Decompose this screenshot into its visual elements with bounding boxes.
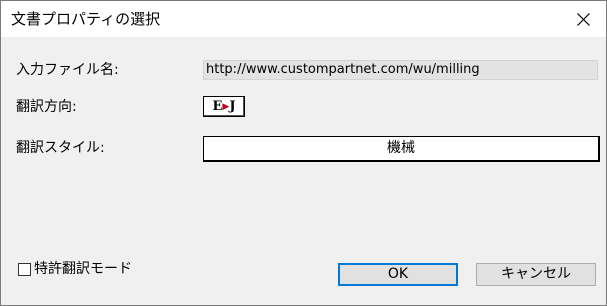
patent-mode-checkbox[interactable]: [18, 263, 31, 276]
title-bar: 文書プロパティの選択: [1, 1, 606, 37]
close-button[interactable]: [560, 1, 606, 37]
file-name-label: 入力ファイル名:: [16, 62, 119, 78]
direction-from: E: [212, 99, 223, 114]
close-icon: [577, 13, 590, 26]
dialog-title: 文書プロパティの選択: [11, 10, 161, 28]
style-label: 翻訳スタイル:: [16, 140, 105, 156]
patent-mode-label: 特許翻訳モード: [34, 261, 132, 277]
direction-label: 翻訳方向:: [16, 99, 77, 115]
ok-button[interactable]: OK: [338, 263, 458, 286]
direction-to: J: [229, 99, 236, 114]
file-name-field: http://www.custompartnet.com/wu/milling: [203, 60, 598, 80]
translation-direction-button[interactable]: E▶J: [203, 96, 245, 117]
dialog-window: 文書プロパティの選択 入力ファイル名: http://www.custompar…: [0, 0, 607, 306]
translation-style-button[interactable]: 機械: [203, 136, 600, 162]
cancel-button[interactable]: キャンセル: [476, 263, 596, 286]
